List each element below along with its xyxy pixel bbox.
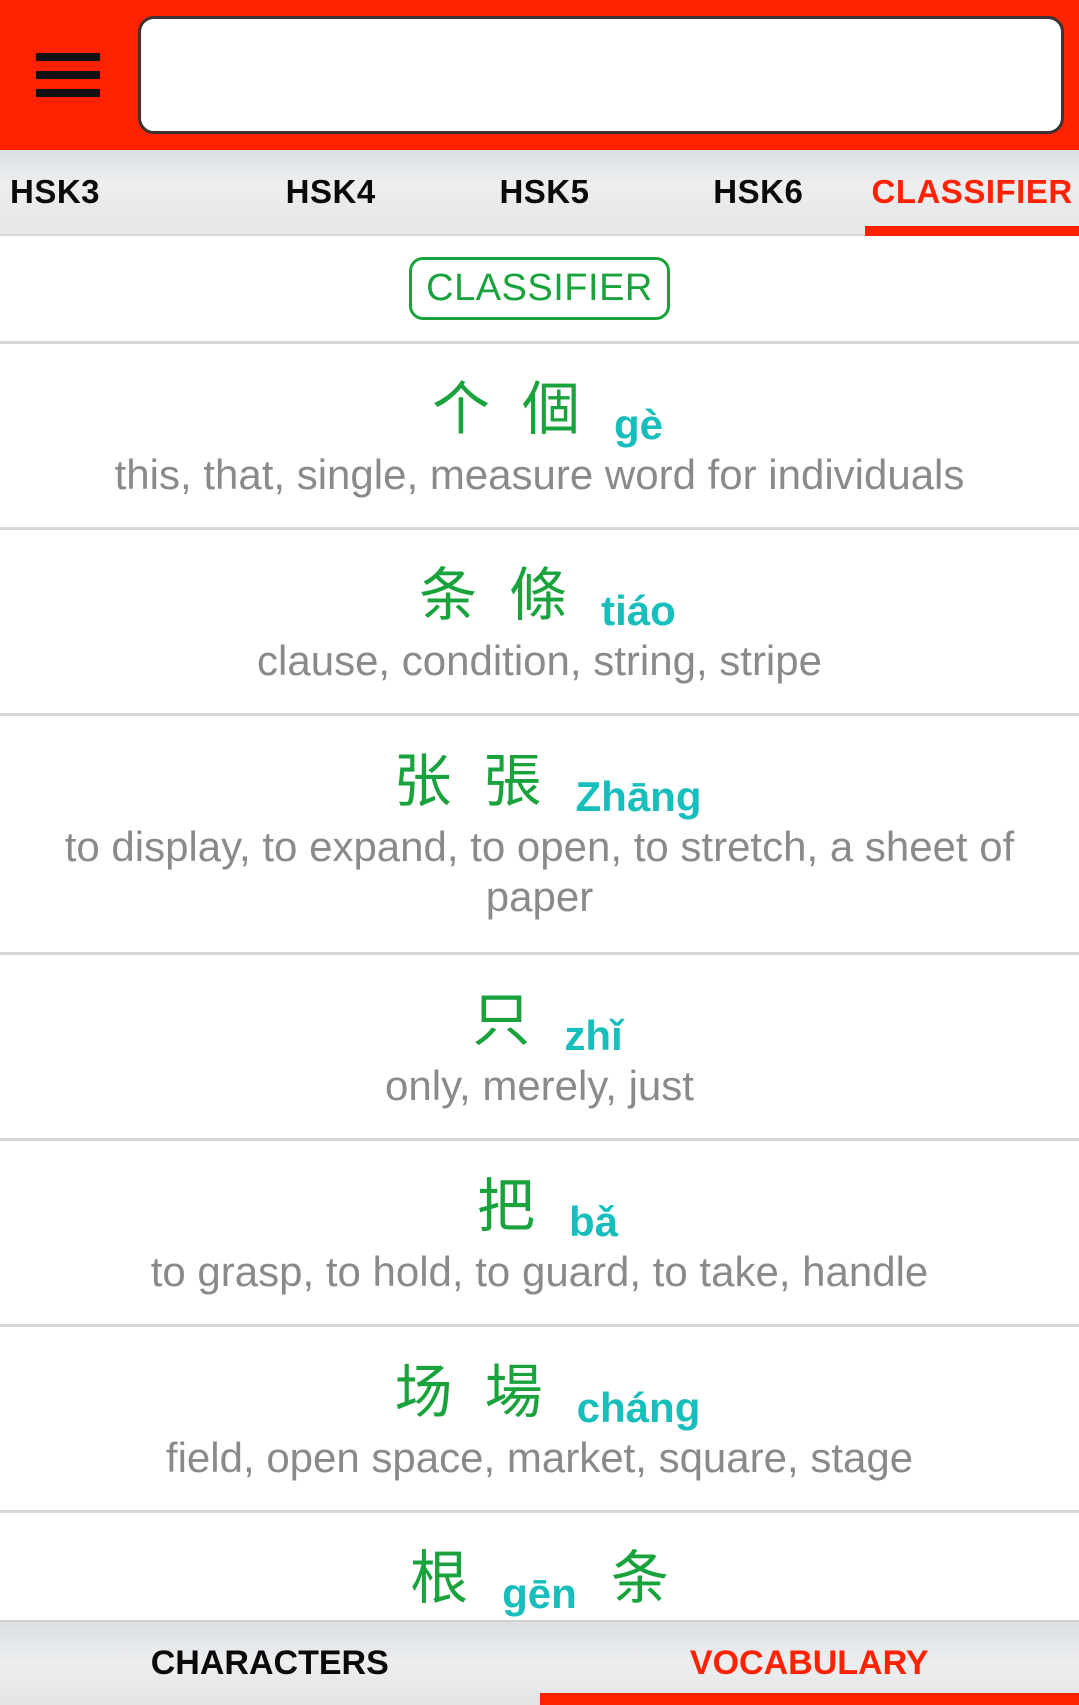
tab-characters[interactable]: CHARACTERS — [0, 1622, 540, 1705]
simplified-hanzi: 个 — [431, 375, 490, 443]
meaning: onlymerelyjust — [0, 1061, 1079, 1111]
word-list[interactable]: CLASSIFIER 个 個 gè thisthatsinglemeasure … — [0, 236, 1079, 1620]
pinyin: tiáo — [601, 587, 676, 634]
pinyin: cháng — [576, 1384, 701, 1431]
pinyin: bǎ — [569, 1198, 619, 1245]
pinyin: gēn — [502, 1570, 577, 1617]
traditional-hanzi: 條 — [509, 561, 568, 629]
word-heading: 把 bǎ — [0, 1169, 1079, 1243]
list-item[interactable]: 条 條 tiáo clauseconditionstringstripe — [0, 530, 1079, 716]
tab-classifier[interactable]: CLASSIFIER — [865, 150, 1079, 236]
word-heading: 只 zhǐ — [0, 983, 1079, 1057]
menu-bar — [36, 71, 100, 79]
meaning-part: string — [570, 637, 696, 684]
list-item[interactable]: 个 個 gè thisthatsinglemeasure word for in… — [0, 344, 1079, 530]
hsk-level-tabs: HSK3 HSK4 HSK5 HSK6 CLASSIFIER — [0, 150, 1079, 236]
list-item[interactable]: 张 張 Zhāng to displayto expandto opento s… — [0, 716, 1079, 955]
meaning-part: to expand — [239, 823, 447, 870]
meaning: to graspto holdto guardto takehandle — [0, 1247, 1079, 1297]
meaning: fieldopen spacemarketsquarestage — [0, 1433, 1079, 1483]
meaning-part: only — [385, 1062, 459, 1109]
search-input[interactable] — [138, 16, 1064, 134]
meaning-part: just — [605, 1062, 694, 1109]
meaning-part: that — [180, 451, 273, 498]
list-item[interactable]: 场 場 cháng fieldopen spacemarketsquaresta… — [0, 1327, 1079, 1513]
top-app-bar — [0, 0, 1079, 150]
meaning: thisthatsinglemeasure word for individua… — [0, 450, 1079, 500]
meaning-part: handle — [779, 1248, 928, 1295]
meaning-part: to take — [629, 1248, 778, 1295]
meaning-part: condition — [378, 637, 569, 684]
pinyin: gè — [614, 401, 664, 448]
meaning-part: market — [484, 1434, 636, 1481]
traditional-hanzi: 張 — [483, 747, 542, 815]
word-heading: 根 gēn 条 — [0, 1541, 1079, 1615]
meaning-part: to guard — [452, 1248, 629, 1295]
meaning-part: field — [165, 1434, 243, 1481]
meaning-part: to stretch — [610, 823, 806, 870]
simplified-hanzi: 场 — [394, 1358, 453, 1426]
tab-hsk3[interactable]: HSK3 — [0, 150, 224, 234]
tab-vocabulary[interactable]: VOCABULARY — [539, 1622, 1079, 1705]
list-item[interactable]: 把 bǎ to graspto holdto guardto takehandl… — [0, 1141, 1079, 1327]
word-heading: 条 條 tiáo — [0, 558, 1079, 632]
word-heading: 场 場 cháng — [0, 1355, 1079, 1429]
menu-bar — [36, 89, 100, 97]
simplified-hanzi: 条 — [419, 561, 478, 629]
section-header: CLASSIFIER — [0, 236, 1079, 344]
simplified-hanzi: 只 — [472, 986, 531, 1054]
meaning-part: this — [114, 451, 180, 498]
menu-bar — [36, 53, 100, 61]
traditional-hanzi: 個 — [521, 375, 580, 443]
meaning-part: open space — [243, 1434, 484, 1481]
pinyin: zhǐ — [564, 1012, 623, 1059]
meaning-part: merely — [459, 1062, 605, 1109]
tab-hsk6[interactable]: HSK6 — [651, 150, 865, 234]
tab-hsk4[interactable]: HSK4 — [224, 150, 438, 234]
meaning-part: stage — [787, 1434, 913, 1481]
list-item[interactable]: 根 gēn 条 — [0, 1513, 1079, 1620]
word-heading: 张 張 Zhāng — [0, 744, 1079, 818]
meaning-part: to open — [447, 823, 610, 870]
bottom-navigation: CHARACTERS VOCABULARY — [0, 1620, 1079, 1705]
simplified-hanzi: 把 — [476, 1172, 535, 1240]
meaning-part: to display — [64, 823, 240, 870]
list-item[interactable]: 只 zhǐ onlymerelyjust — [0, 955, 1079, 1141]
meaning-part: single — [273, 451, 406, 498]
meaning: clauseconditionstringstripe — [0, 636, 1079, 686]
meaning: to displayto expandto opento stretcha sh… — [0, 822, 1079, 922]
traditional-hanzi: 場 — [484, 1358, 543, 1426]
classifier-badge: CLASSIFIER — [409, 256, 670, 321]
meaning-part: stripe — [696, 637, 822, 684]
pinyin: Zhāng — [575, 773, 702, 820]
word-heading: 个 個 gè — [0, 372, 1079, 446]
meaning-part: to hold — [302, 1248, 451, 1295]
simplified-hanzi: 根 — [410, 1544, 469, 1612]
meaning-part: measure word for individuals — [406, 451, 964, 498]
simplified-hanzi: 张 — [393, 747, 452, 815]
tab-hsk5[interactable]: HSK5 — [438, 150, 652, 234]
hamburger-menu-icon[interactable] — [28, 42, 108, 108]
meaning-part: clause — [257, 637, 379, 684]
meaning-part: to grasp — [150, 1248, 303, 1295]
related-classifier-hanzi: 条 — [610, 1544, 669, 1612]
meaning-part: square — [635, 1434, 787, 1481]
